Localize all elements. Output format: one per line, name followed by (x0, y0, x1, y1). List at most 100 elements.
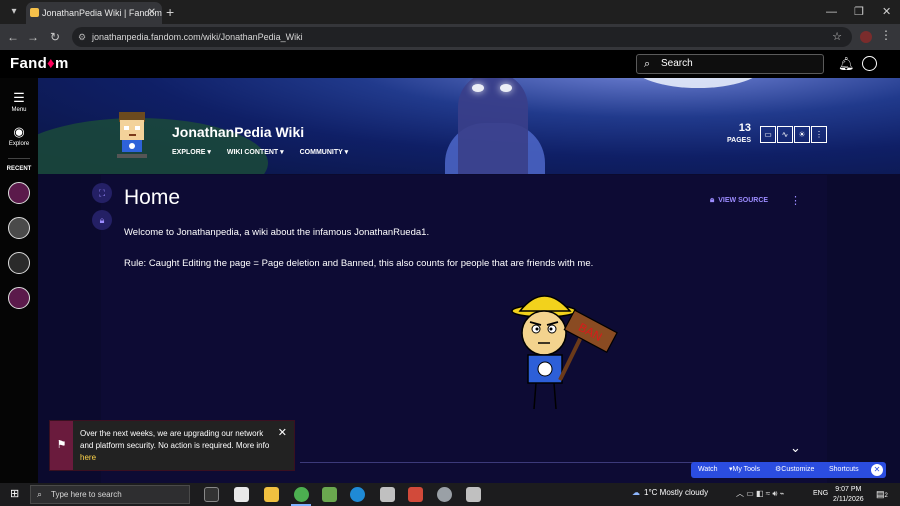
nav-wiki-content[interactable]: WIKI CONTENT ▾ (227, 149, 284, 156)
tab-search-icon[interactable]: ▾ (6, 4, 22, 20)
shortcuts-button[interactable]: Shortcuts (829, 462, 859, 478)
notice-text: Over the next weeks, we are upgrading ou… (80, 428, 270, 464)
fandom-logo[interactable]: Fand♦m (10, 55, 69, 72)
recent-wiki-avatar[interactable] (8, 252, 30, 274)
store-app-icon[interactable] (234, 487, 249, 502)
back-icon[interactable]: ← (4, 28, 22, 46)
url-field[interactable]: ⚙ jonathanpedia.fandom.com/wiki/Jonathan… (72, 27, 852, 47)
app-icon[interactable] (408, 487, 423, 502)
banner-moon (633, 78, 763, 88)
search-icon: ⌕ (37, 489, 43, 499)
browser-tabstrip: ▾ JonathanPedia Wiki | Fandom ✕ + — ❐ ✕ (0, 0, 900, 24)
banner-eye (500, 84, 512, 92)
close-window-icon[interactable]: ✕ (882, 3, 891, 21)
close-icon[interactable]: ✕ (278, 426, 287, 439)
floating-toolbar: Watch ▾ My Tools ⚙ Customize Shortcuts ✕ (691, 462, 886, 478)
weather-text: 1°C Mostly cloudy (644, 488, 709, 497)
customize-button[interactable]: ⚙ Customize (775, 462, 814, 478)
page-actions-icon[interactable]: ⋮ (790, 194, 801, 207)
pages-label: PAGES (727, 137, 751, 144)
nav-community[interactable]: COMMUNITY ▾ (300, 149, 349, 156)
wiki-nav: EXPLORE ▾ WIKI CONTENT ▾ COMMUNITY ▾ (172, 148, 362, 158)
nav-explore[interactable]: EXPLORE ▾ (172, 149, 211, 156)
recent-wiki-avatar[interactable] (8, 182, 30, 204)
flag-icon: ⚑ (50, 421, 73, 470)
view-source-button[interactable]: 🔒︎ VIEW SOURCE (710, 195, 768, 205)
chevron-down-icon[interactable]: ⌄ (790, 440, 801, 456)
activity-icon[interactable]: ∿ (777, 126, 793, 143)
system-tray[interactable]: ︿ ▭ ◧ ≈ 🔊︎ ⌁ (736, 488, 784, 499)
page-counter: 13 PAGES (727, 122, 751, 145)
profile-avatar[interactable] (860, 31, 872, 43)
fandom-global-nav: Fand♦m ⌕ Search 🔔︎ (0, 50, 900, 78)
lock-icon[interactable]: 🔒︎ (92, 210, 112, 230)
app-icon[interactable] (437, 487, 452, 502)
paragraph-rule: Rule: Caught Editing the page = Page del… (124, 258, 594, 269)
my-tools-button[interactable]: ▾ My Tools (729, 462, 760, 478)
taskbar-search-box[interactable]: ⌕ Type here to search (30, 485, 190, 504)
explore-button[interactable]: ◉ Explore (0, 124, 38, 147)
watch-button[interactable]: Watch (698, 462, 718, 478)
windows-taskbar: ⊞ ⌕ Type here to search ☁ 1°C Mostly clou… (0, 483, 900, 506)
hamburger-icon: ☰ (13, 90, 25, 105)
wiki-title[interactable]: JonathanPedia Wiki (172, 124, 304, 140)
minimize-icon[interactable]: — (826, 3, 837, 21)
app-icon[interactable] (380, 487, 395, 502)
task-view-icon[interactable] (204, 487, 219, 502)
favicon-icon (30, 8, 39, 17)
explore-label: Explore (8, 141, 30, 147)
url-text: jonathanpedia.fandom.com/wiki/JonathanPe… (92, 32, 303, 42)
bookmark-star-icon[interactable]: ☆ (832, 27, 842, 47)
toolbar-close-icon[interactable]: ✕ (871, 464, 883, 476)
new-tab-icon[interactable]: + (166, 3, 174, 21)
discuss-icon[interactable]: ▭ (760, 126, 776, 143)
wiki-logo-avatar[interactable] (109, 108, 155, 162)
fullscreen-icon[interactable]: ⛶ (92, 183, 112, 203)
tab-close-icon[interactable]: ✕ (148, 2, 156, 24)
windows-start-icon[interactable]: ⊞ (10, 488, 22, 500)
reload-icon[interactable]: ↻ (46, 28, 64, 46)
weather-widget[interactable]: ☁ 1°C Mostly cloudy (632, 488, 708, 497)
rail-divider (8, 158, 30, 159)
maximize-icon[interactable]: ❐ (854, 3, 864, 21)
language-indicator[interactable]: ENG (813, 490, 828, 497)
menu-button[interactable]: ☰ Menu (0, 90, 38, 113)
screen: ▾ JonathanPedia Wiki | Fandom ✕ + — ❐ ✕ … (0, 0, 900, 506)
recent-wiki-avatar[interactable] (8, 217, 30, 239)
ban-character-image: BAN (511, 295, 618, 410)
notification-count: 2 (884, 493, 888, 499)
clock[interactable]: 9:07 PM 2/11/2026 (833, 485, 864, 505)
notifications-bell-icon[interactable]: 🔔︎ (838, 56, 855, 72)
forward-icon[interactable]: → (24, 28, 42, 46)
fandom-flame-icon: ♦ (47, 55, 55, 72)
cloud-icon: ☁ (632, 488, 640, 497)
recent-wiki-avatar[interactable] (8, 287, 30, 309)
pages-count: 13 (738, 122, 751, 134)
more-options-icon[interactable]: ⋮ (811, 126, 827, 143)
search-label: Search (661, 58, 693, 69)
lock-icon: 🔒︎ (710, 195, 715, 204)
file-explorer-icon[interactable] (264, 487, 279, 502)
banner-figure-head (458, 78, 528, 174)
notice-link[interactable]: here (80, 453, 96, 462)
photos-app-icon[interactable] (322, 487, 337, 502)
search-button[interactable]: ⌕ Search (636, 54, 824, 74)
compass-icon: ◉ (13, 124, 25, 139)
my-tools-label: My Tools (732, 466, 761, 473)
logo-text-prefix: Fand (10, 55, 48, 72)
user-account-icon[interactable] (862, 56, 877, 71)
notification-center-icon[interactable]: ▤2 (876, 489, 888, 500)
page-title: Home (124, 186, 181, 209)
address-bar: ← → ↻ ⚙ jonathanpedia.fandom.com/wiki/Jo… (0, 24, 900, 50)
tab-title: JonathanPedia Wiki | Fandom (42, 8, 162, 18)
app-icon[interactable] (466, 487, 481, 502)
chrome-icon[interactable] (294, 487, 309, 502)
browser-menu-icon[interactable]: ⋮ (880, 28, 892, 42)
theme-toggle-icon[interactable]: ☀ (794, 126, 810, 143)
customize-label: Customize (781, 466, 815, 473)
paragraph-welcome: Welcome to Jonathanpedia, a wiki about t… (124, 227, 430, 238)
site-info-icon[interactable]: ⚙ (78, 27, 86, 47)
clock-date: 2/11/2026 (833, 496, 864, 503)
browser-tab[interactable]: JonathanPedia Wiki | Fandom ✕ (26, 2, 162, 24)
edge-icon[interactable] (350, 487, 365, 502)
